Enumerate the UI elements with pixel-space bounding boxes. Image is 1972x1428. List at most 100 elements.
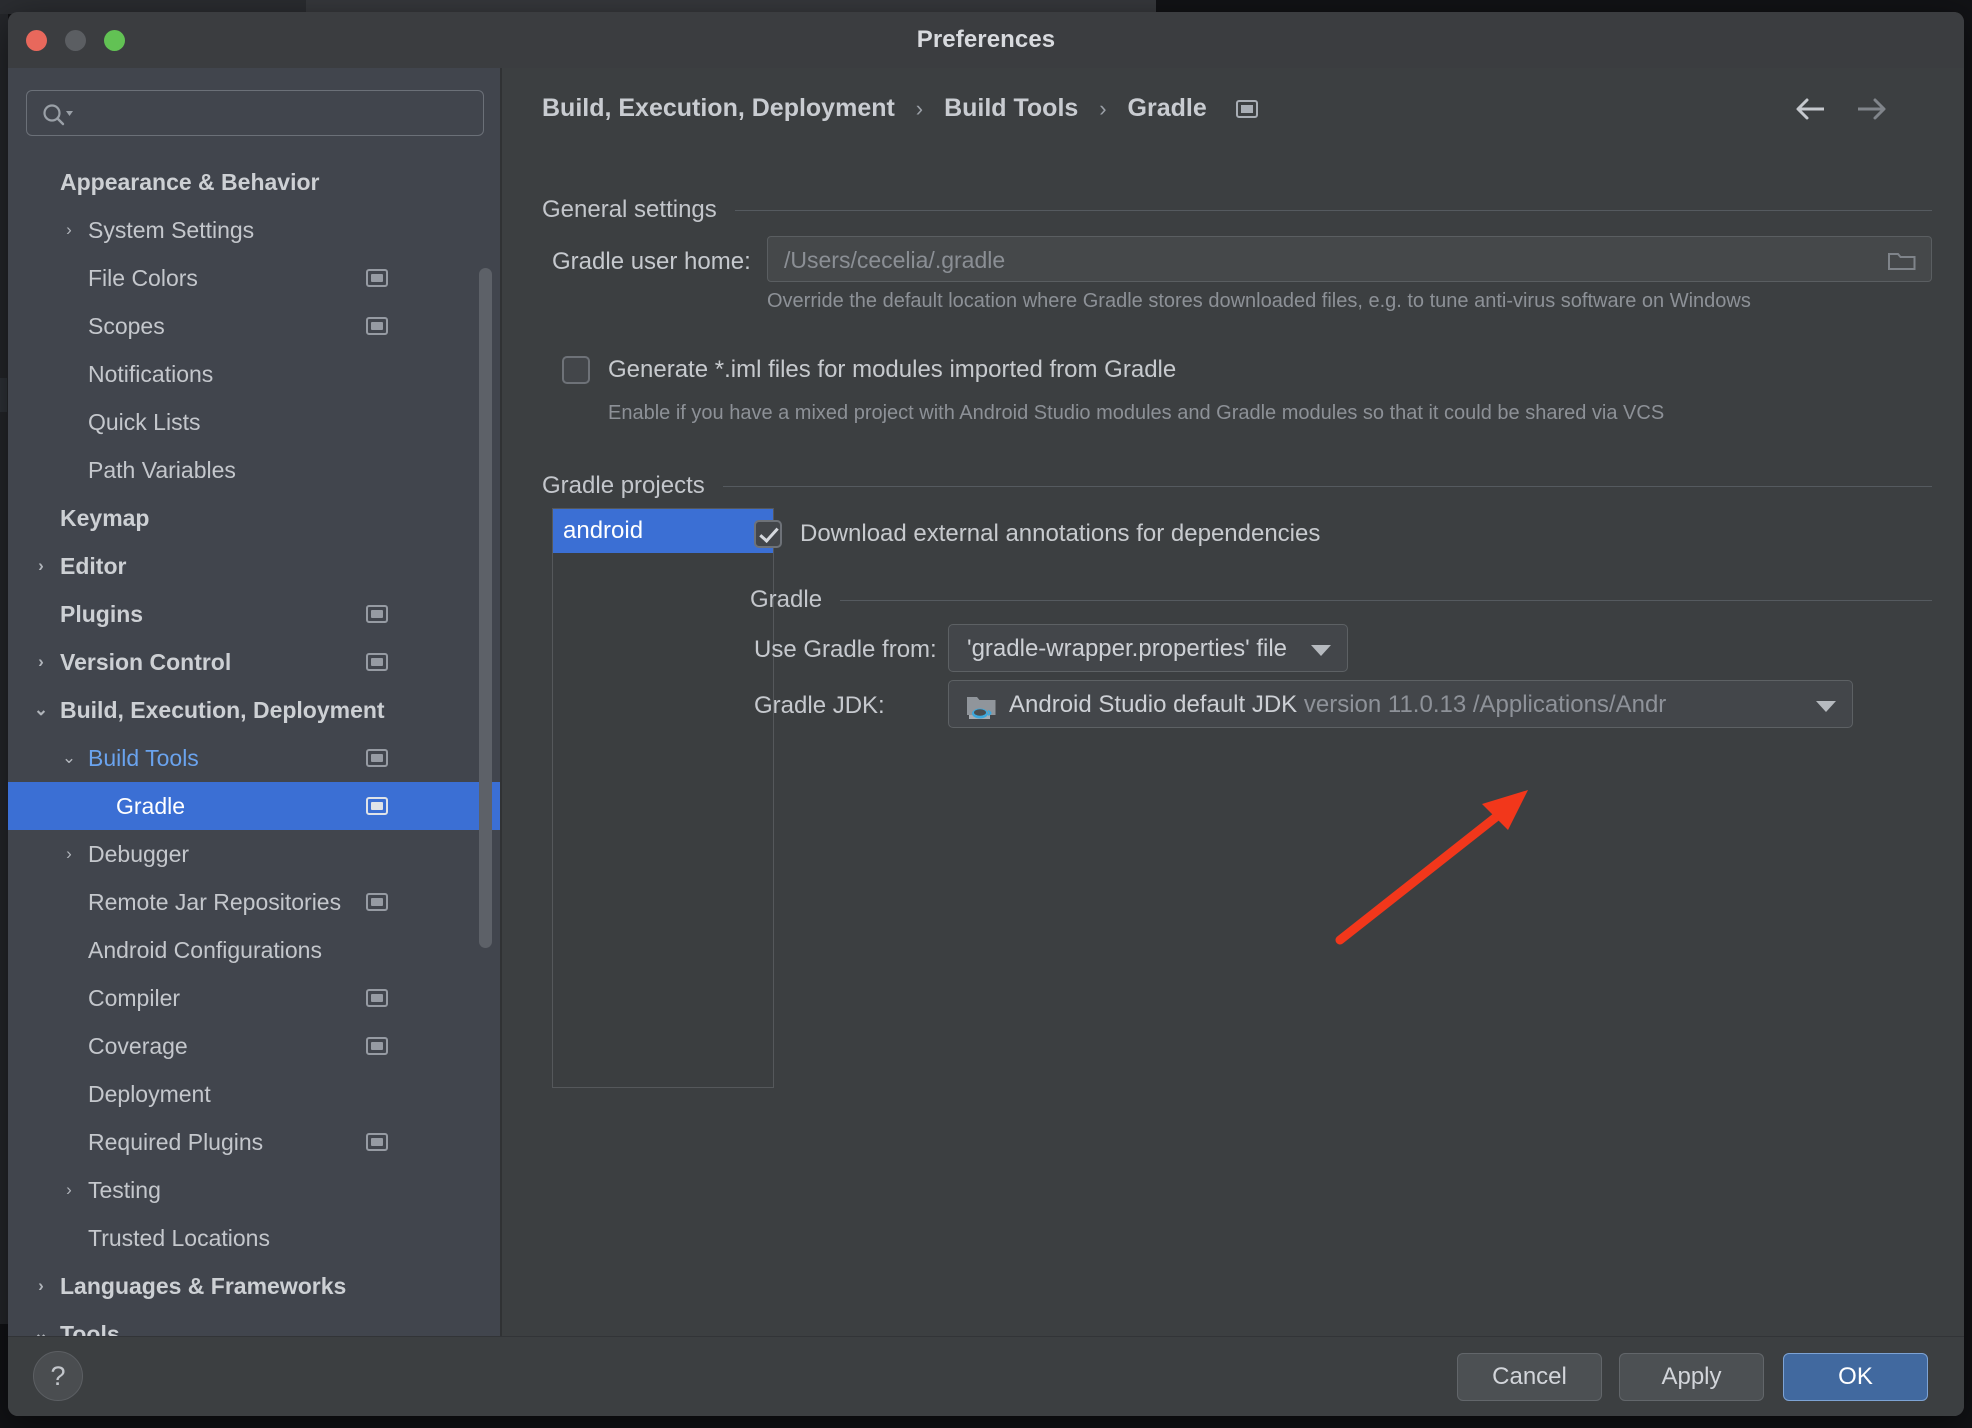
generate-iml-label: Generate *.iml files for modules importe… — [608, 356, 1176, 384]
sidebar-item-coverage[interactable]: Coverage — [8, 1022, 500, 1070]
help-button[interactable]: ? — [33, 1351, 83, 1401]
use-gradle-from-dropdown[interactable]: 'gradle-wrapper.properties' file — [948, 624, 1348, 672]
sidebar-item-label: Quick Lists — [88, 398, 200, 446]
gradle-projects-section-header: Gradle projects — [542, 472, 1932, 500]
sidebar-item-debugger[interactable]: ›Debugger — [8, 830, 500, 878]
project-settings-badge-icon — [366, 605, 388, 623]
chevron-right-icon[interactable]: › — [30, 638, 52, 686]
back-arrow-icon[interactable] — [1790, 92, 1832, 126]
sidebar-item-label: Build Tools — [88, 734, 199, 782]
gradle-user-home-placeholder-text: /Users/cecelia/.gradle — [784, 237, 1005, 283]
sidebar-item-label: Remote Jar Repositories — [88, 878, 341, 926]
sidebar-item-gradle[interactable]: Gradle — [8, 782, 500, 830]
chevron-down-icon[interactable]: ⌄ — [30, 1310, 52, 1336]
breadcrumb-separator: › — [1085, 96, 1120, 121]
section-divider — [723, 486, 1932, 487]
gradle-section-header: Gradle — [750, 586, 1932, 614]
sidebar-item-path-variables[interactable]: Path Variables — [8, 446, 500, 494]
desktop-nub — [0, 378, 7, 412]
apply-button[interactable]: Apply — [1619, 1353, 1764, 1401]
gradle-user-home-help-text: Override the default location where Grad… — [767, 286, 1927, 316]
section-divider — [735, 210, 1932, 211]
sidebar-item-label: Editor — [60, 542, 126, 590]
sidebar-item-trusted-locations[interactable]: Trusted Locations — [8, 1214, 500, 1262]
sidebar-item-build-tools[interactable]: ⌄Build Tools — [8, 734, 500, 782]
chevron-right-icon[interactable]: › — [58, 206, 80, 254]
list-item[interactable]: android — [553, 509, 773, 553]
sidebar-item-label: Compiler — [88, 974, 180, 1022]
sidebar-item-label: Build, Execution, Deployment — [60, 686, 385, 734]
chevron-down-icon[interactable]: ⌄ — [58, 734, 80, 782]
gradle-projects-title: Gradle projects — [542, 472, 705, 500]
sidebar-item-version-control[interactable]: ›Version Control — [8, 638, 500, 686]
title-bar: Preferences — [8, 12, 1964, 69]
dialog-footer: ? Cancel Apply OK — [8, 1336, 1964, 1416]
sidebar-item-label: Android Configurations — [88, 926, 322, 974]
download-annotations-checkbox[interactable] — [754, 520, 782, 548]
sidebar-item-compiler[interactable]: Compiler — [8, 974, 500, 1022]
search-input[interactable] — [83, 91, 477, 137]
search-field[interactable] — [26, 90, 484, 136]
sidebar-item-tools[interactable]: ⌄ Tools — [8, 1310, 500, 1336]
chevron-right-icon[interactable]: › — [30, 542, 52, 590]
gradle-projects-list[interactable]: android — [552, 508, 774, 1088]
sidebar-item-appearance-behavior[interactable]: Appearance & Behavior — [8, 158, 500, 206]
sidebar-item-notifications[interactable]: Notifications — [8, 350, 500, 398]
project-settings-badge-icon — [366, 989, 388, 1007]
sidebar-item-label: Debugger — [88, 830, 189, 878]
breadcrumb-item-3[interactable]: Gradle — [1128, 94, 1207, 122]
sidebar-item-remote-jar-repositories[interactable]: Remote Jar Repositories — [8, 878, 500, 926]
breadcrumb-item-1[interactable]: Build, Execution, Deployment — [542, 94, 895, 122]
chevron-right-icon[interactable]: › — [58, 1166, 80, 1214]
forward-arrow-icon[interactable] — [1850, 92, 1892, 126]
project-settings-badge-icon — [366, 749, 388, 767]
breadcrumb-item-2[interactable]: Build Tools — [944, 94, 1078, 122]
chevron-down-icon[interactable]: ⌄ — [30, 686, 52, 734]
chevron-down-icon — [1816, 701, 1836, 712]
sidebar-item-label: Keymap — [60, 494, 149, 542]
gradle-section-title: Gradle — [750, 586, 822, 614]
sidebar-item-label: Tools — [60, 1310, 120, 1336]
sidebar-item-keymap[interactable]: Keymap — [8, 494, 500, 542]
sidebar-item-label: Notifications — [88, 350, 213, 398]
sidebar-item-label: Deployment — [88, 1070, 211, 1118]
gradle-jdk-dropdown[interactable]: Android Studio default JDK version 11.0.… — [948, 680, 1853, 728]
sidebar-item-file-colors[interactable]: File Colors — [8, 254, 500, 302]
gradle-user-home-input[interactable]: /Users/cecelia/.gradle — [767, 236, 1932, 282]
cancel-button[interactable]: Cancel — [1457, 1353, 1602, 1401]
use-gradle-from-label: Use Gradle from: — [754, 636, 937, 664]
general-settings-title: General settings — [542, 196, 717, 224]
sidebar-item-testing[interactable]: ›Testing — [8, 1166, 500, 1214]
sidebar-item-system-settings[interactable]: ›System Settings — [8, 206, 500, 254]
use-gradle-from-value: 'gradle-wrapper.properties' file — [967, 625, 1307, 673]
sidebar-item-required-plugins[interactable]: Required Plugins — [8, 1118, 500, 1166]
generate-iml-help-text: Enable if you have a mixed project with … — [608, 398, 1918, 428]
project-settings-badge-icon — [1236, 100, 1258, 118]
folder-browse-icon[interactable] — [1887, 249, 1917, 273]
sidebar-item-build-execution-deployment[interactable]: ⌄Build, Execution, Deployment — [8, 686, 500, 734]
ok-button[interactable]: OK — [1783, 1353, 1928, 1401]
chevron-right-icon[interactable]: › — [58, 830, 80, 878]
sidebar-item-label: Languages & Frameworks — [60, 1262, 346, 1310]
sidebar-item-deployment[interactable]: Deployment — [8, 1070, 500, 1118]
sidebar-item-label: File Colors — [88, 254, 198, 302]
sidebar-item-languages-frameworks[interactable]: ›Languages & Frameworks — [8, 1262, 500, 1310]
sidebar-item-label: Scopes — [88, 302, 165, 350]
annotation-arrow — [1332, 768, 1552, 948]
chevron-down-icon — [1311, 645, 1331, 656]
generate-iml-checkbox[interactable] — [562, 356, 590, 384]
sidebar-item-scopes[interactable]: Scopes — [8, 302, 500, 350]
sidebar-item-quick-lists[interactable]: Quick Lists — [8, 398, 500, 446]
sidebar-item-editor[interactable]: ›Editor — [8, 542, 500, 590]
project-settings-badge-icon — [366, 1133, 388, 1151]
sidebar-item-label: Appearance & Behavior — [60, 158, 319, 206]
gradle-jdk-value: Android Studio default JDK version 11.0.… — [1009, 681, 1779, 729]
chevron-right-icon[interactable]: › — [30, 1262, 52, 1310]
sidebar-scrollbar[interactable] — [479, 268, 492, 948]
gradle-jdk-name: Android Studio default JDK — [1009, 691, 1297, 718]
sidebar-item-android-configurations[interactable]: Android Configurations — [8, 926, 500, 974]
preferences-window: Preferences Appearance & Behavior›System… — [8, 12, 1964, 1416]
sidebar-item-plugins[interactable]: Plugins — [8, 590, 500, 638]
sidebar-item-label: Plugins — [60, 590, 143, 638]
search-icon — [41, 102, 75, 126]
